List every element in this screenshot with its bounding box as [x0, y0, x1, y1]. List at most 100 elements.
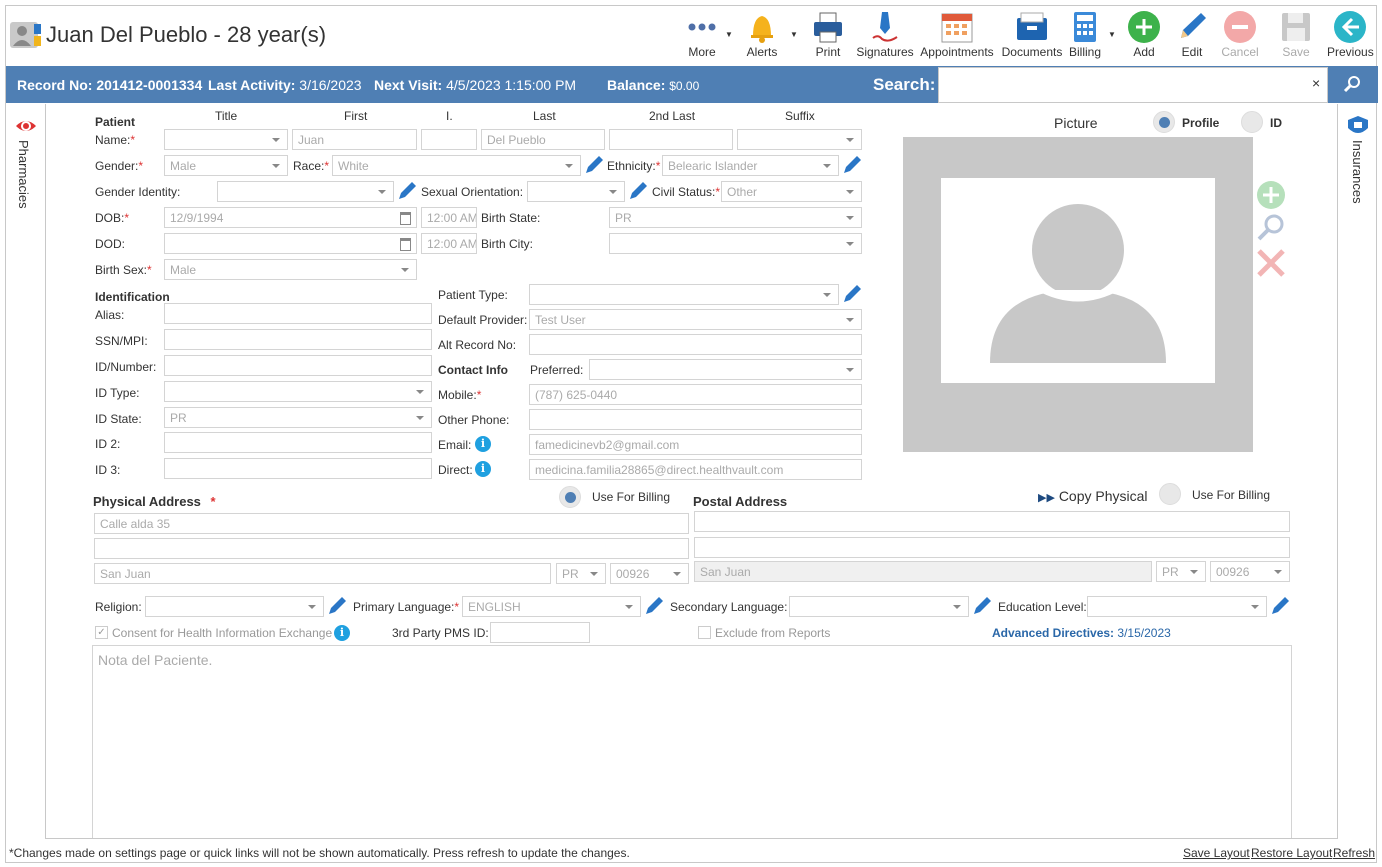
postal-line2-input[interactable] [694, 537, 1290, 558]
more-dropdown-icon[interactable]: ▼ [725, 30, 733, 39]
other-phone-input[interactable] [529, 409, 862, 430]
id-number-input[interactable] [164, 355, 432, 376]
direct-input[interactable]: medicina.familia28865@direct.healthvault… [529, 459, 862, 480]
first-name-input[interactable]: Juan [292, 129, 417, 150]
default-provider-select[interactable]: Test User [529, 309, 862, 330]
restore-layout-link[interactable]: Restore Layout [1251, 846, 1332, 860]
refresh-link[interactable]: Refresh [1333, 846, 1375, 860]
id-state-select[interactable]: PR [164, 407, 432, 428]
birth-state-select[interactable]: PR [609, 207, 862, 228]
add-photo-icon[interactable] [1256, 180, 1286, 213]
alerts-button[interactable]: Alerts [740, 8, 784, 64]
advanced-directives-link[interactable]: Advanced Directives: 3/15/2023 [992, 626, 1171, 640]
id2-input[interactable] [164, 432, 432, 453]
consent-info-icon[interactable]: i [334, 625, 350, 641]
billing-dropdown-icon[interactable]: ▼ [1108, 30, 1116, 39]
copy-physical-button[interactable]: ▶▶ Copy Physical [1038, 488, 1148, 504]
religion-select[interactable] [145, 596, 324, 617]
race-select[interactable]: White [332, 155, 581, 176]
postal-state-select[interactable]: PR [1156, 561, 1206, 582]
search-button[interactable] [1328, 67, 1377, 103]
email-input[interactable]: famedicinevb2@gmail.com [529, 434, 862, 455]
postal-billing-radio[interactable] [1159, 483, 1181, 505]
ssn-input[interactable] [164, 329, 432, 350]
physical-line2-input[interactable] [94, 538, 689, 559]
edit-religion-icon[interactable] [327, 596, 347, 616]
signatures-button[interactable]: Signatures [856, 8, 914, 64]
preferred-select[interactable] [589, 359, 862, 380]
direct-info-icon[interactable]: i [475, 461, 491, 477]
alerts-dropdown-icon[interactable]: ▼ [790, 30, 798, 39]
billing-button[interactable]: Billing [1063, 8, 1107, 64]
insurances-tab[interactable]: Insurances [1350, 140, 1365, 204]
sexual-orientation-select[interactable] [527, 181, 625, 202]
zoom-photo-icon[interactable] [1256, 212, 1286, 245]
initial-input[interactable] [421, 129, 477, 150]
dob-time-input[interactable]: 12:00 AM [421, 207, 477, 228]
profile-radio[interactable] [1153, 111, 1175, 133]
edit-education-icon[interactable] [1270, 596, 1290, 616]
edit-orientation-icon[interactable] [628, 181, 648, 201]
gender-identity-select[interactable] [217, 181, 394, 202]
secondary-language-select[interactable] [789, 596, 969, 617]
edit-secondary-language-icon[interactable] [972, 596, 992, 616]
patient-type-select[interactable] [529, 284, 839, 305]
education-level-select[interactable] [1087, 596, 1267, 617]
patient-note-textarea[interactable]: Nota del Paciente. [92, 645, 1292, 839]
alt-record-label: Alt Record No: [438, 338, 517, 352]
birth-city-select[interactable] [609, 233, 862, 254]
id-type-select[interactable] [164, 381, 432, 402]
mobile-input[interactable]: (787) 625-0440 [529, 384, 862, 405]
dob-date-input[interactable]: 12/9/1994 [164, 207, 417, 228]
birth-sex-select[interactable]: Male [164, 259, 417, 280]
email-info-icon[interactable]: i [475, 436, 491, 452]
postal-zip-select[interactable]: 00926 [1210, 561, 1290, 582]
edit-button[interactable]: Edit [1172, 8, 1212, 64]
alias-input[interactable] [164, 303, 432, 324]
postal-city-input[interactable]: San Juan [694, 561, 1152, 582]
civil-status-select[interactable]: Other [721, 181, 862, 202]
physical-state-select[interactable]: PR [556, 563, 606, 584]
previous-button[interactable]: Previous [1327, 8, 1374, 64]
pharmacies-tab[interactable]: Pharmacies [16, 140, 31, 209]
more-button[interactable]: More [680, 8, 724, 64]
default-provider-label: Default Provider: [438, 313, 528, 327]
search-input[interactable] [938, 67, 1328, 103]
alt-record-input[interactable] [529, 334, 862, 355]
gender-select[interactable]: Male [164, 155, 288, 176]
documents-button[interactable]: Documents [1001, 8, 1063, 64]
id-radio[interactable] [1241, 111, 1263, 133]
title-select[interactable] [164, 129, 288, 150]
physical-city-input[interactable]: San Juan [94, 563, 551, 584]
appointments-button[interactable]: Appointments [918, 8, 996, 64]
edit-patient-type-icon[interactable] [842, 284, 862, 304]
edit-primary-language-icon[interactable] [644, 596, 664, 616]
save-button[interactable]: Save [1276, 8, 1316, 64]
edit-gender-identity-icon[interactable] [397, 181, 417, 201]
edit-race-icon[interactable] [584, 155, 604, 175]
physical-line1-input[interactable]: Calle alda 35 [94, 513, 689, 534]
suffix-select[interactable] [737, 129, 862, 150]
exclude-reports-checkbox[interactable] [698, 626, 711, 639]
second-last-name-input[interactable] [609, 129, 733, 150]
insurance-shield-icon[interactable] [1346, 116, 1370, 139]
physical-billing-radio[interactable] [559, 486, 581, 508]
dod-time-input[interactable]: 12:00 AM [421, 233, 477, 254]
print-button[interactable]: Print [806, 8, 850, 64]
primary-language-select[interactable]: ENGLISH [462, 596, 641, 617]
postal-line1-input[interactable] [694, 511, 1290, 532]
cancel-button[interactable]: Cancel [1218, 8, 1262, 64]
pms-id-input[interactable] [490, 622, 590, 643]
delete-photo-icon[interactable] [1256, 248, 1286, 281]
last-name-input[interactable]: Del Pueblo [481, 129, 605, 150]
save-layout-link[interactable]: Save Layout [1183, 846, 1250, 860]
pharmacy-icon[interactable] [14, 116, 38, 139]
physical-zip-select[interactable]: 00926 [610, 563, 689, 584]
add-button[interactable]: Add [1124, 8, 1164, 64]
clear-search-icon[interactable]: × [1312, 75, 1320, 91]
ethnicity-select[interactable]: Belearic Islander [662, 155, 839, 176]
edit-ethnicity-icon[interactable] [842, 155, 862, 175]
dod-date-input[interactable] [164, 233, 417, 254]
consent-checkbox[interactable]: ✓ [95, 626, 108, 639]
id3-input[interactable] [164, 458, 432, 479]
